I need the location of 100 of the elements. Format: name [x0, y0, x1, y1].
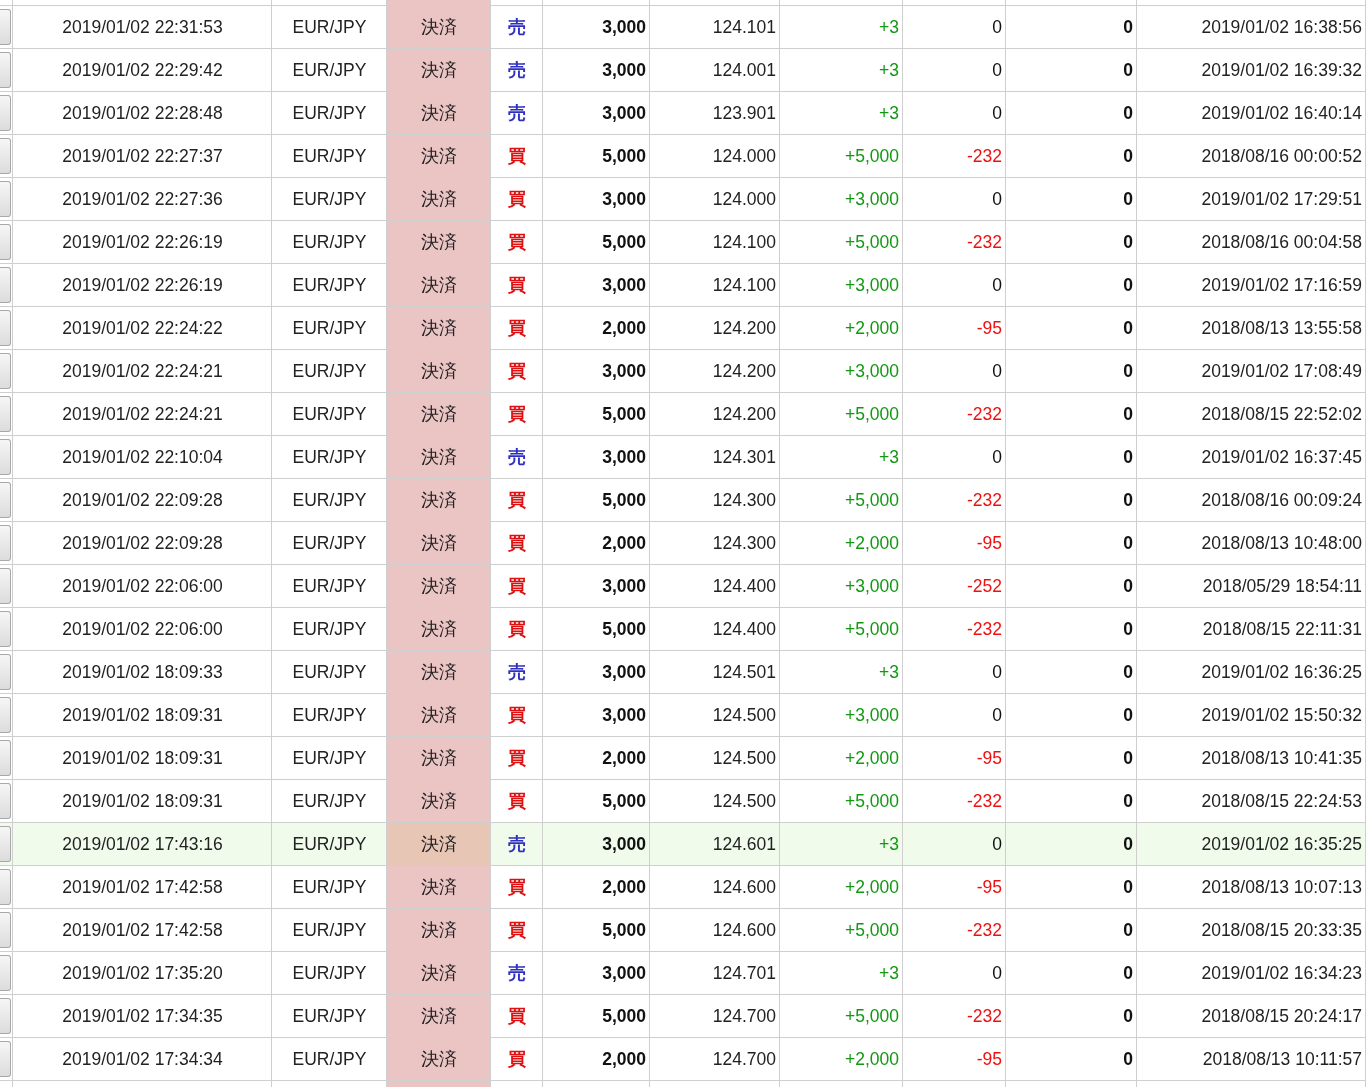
table-row[interactable]: 2019/01/02 22:27:37 EUR/JPY 決済 買 5,000 124.000 +5,000 -232 0 2018/08/16 00:00:52 — [0, 135, 1366, 178]
table-row[interactable]: 2019/01/02 17:42:58 EUR/JPY 決済 買 5,000 124.600 +5,000 -232 0 2018/08/15 20:33:35 — [0, 909, 1366, 952]
table-cell: 0 — [992, 102, 1002, 124]
table-row[interactable]: 2019/01/02 17:34:35 EUR/JPY 決済 買 5,000 124.700 +5,000 -232 0 2018/08/15 20:24:17 — [0, 995, 1366, 1038]
table-cell: EUR/JPY — [292, 446, 367, 468]
table-cell-text: 売 — [508, 102, 526, 125]
table-cell-text: 決済 — [421, 876, 457, 899]
table-cell: 2019/01/02 17:42:58 — [62, 919, 223, 941]
table-cell: -232 — [966, 790, 1002, 812]
table-cell: 2019/01/02 22:26:19 — [62, 274, 223, 296]
table-cell: 2019/01/02 16:36:25 — [1201, 661, 1362, 683]
table-cell: 3,000 — [602, 188, 646, 210]
table-cell: 0 — [1123, 59, 1133, 81]
table-cell-text: 決済 — [421, 16, 457, 39]
table-row[interactable]: 2019/01/02 22:28:48 EUR/JPY 決済 売 3,000 123.901 +3 0 0 2019/01/02 16:40:14 — [0, 92, 1366, 135]
row-button[interactable] — [0, 826, 11, 862]
table-cell: 124.500 — [712, 704, 776, 726]
table-cell: 2019/01/02 17:16:59 — [1201, 274, 1362, 296]
row-button[interactable] — [0, 783, 11, 819]
table-cell-text: 買 — [508, 489, 526, 512]
table-row[interactable]: 2019/01/02 22:06:00 EUR/JPY 決済 買 5,000 124.400 +5,000 -232 0 2018/08/15 22:11:31 — [0, 608, 1366, 651]
table-row[interactable]: 2019/01/02 18:09:31 EUR/JPY 決済 買 2,000 124.500 +2,000 -95 0 2018/08/13 10:41:35 — [0, 737, 1366, 780]
row-button[interactable] — [0, 224, 11, 260]
table-cell: EUR/JPY — [292, 102, 367, 124]
row-button[interactable] — [0, 869, 11, 905]
row-button[interactable] — [0, 181, 11, 217]
table-cell-text: 決済 — [421, 532, 457, 555]
table-cell-text: 決済 — [421, 360, 457, 383]
table-row[interactable]: 2019/01/02 18:09:33 EUR/JPY 決済 売 3,000 124.501 +3 0 0 2019/01/02 16:36:25 — [0, 651, 1366, 694]
table-cell: 124.501 — [712, 661, 776, 683]
table-cell-text: 売 — [508, 446, 526, 469]
table-cell: 124.200 — [712, 403, 776, 425]
row-button[interactable] — [0, 396, 11, 432]
table-cell-text: 買 — [508, 188, 526, 211]
table-row[interactable]: 2019/01/02 17:34:34 EUR/JPY 決済 買 2,000 124.700 +2,000 -95 0 2018/08/13 10:11:57 — [0, 1038, 1366, 1081]
table-row[interactable]: 2019/01/02 22:24:22 EUR/JPY 決済 買 2,000 124.200 +2,000 -95 0 2018/08/13 13:55:58 — [0, 307, 1366, 350]
table-row[interactable]: 2019/01/02 18:09:31 EUR/JPY 決済 買 5,000 124.500 +5,000 -232 0 2018/08/15 22:24:53 — [0, 780, 1366, 823]
row-button[interactable] — [0, 1041, 11, 1077]
table-cell: 2019/01/02 22:09:28 — [62, 532, 223, 554]
table-cell: 5,000 — [602, 618, 646, 640]
row-button[interactable] — [0, 740, 11, 776]
table-row[interactable]: 2019/01/02 22:09:28 EUR/JPY 決済 買 5,000 124.300 +5,000 -232 0 2018/08/16 00:09:24 — [0, 479, 1366, 522]
table-cell: 124.301 — [712, 446, 776, 468]
table-row[interactable]: 2019/01/02 22:06:00 EUR/JPY 決済 買 3,000 124.400 +3,000 -252 0 2018/05/29 18:54:11 — [0, 565, 1366, 608]
table-cell: 0 — [1123, 16, 1133, 38]
table-cell: +3,000 — [845, 575, 899, 597]
table-cell-text: 買 — [508, 145, 526, 168]
table-row[interactable]: 2019/01/02 17:35:20 EUR/JPY 決済 売 3,000 124.701 +3 0 0 2019/01/02 16:34:23 — [0, 952, 1366, 995]
row-button[interactable] — [0, 9, 11, 45]
table-row[interactable]: 2019/01/02 22:27:36 EUR/JPY 決済 買 3,000 124.000 +3,000 0 0 2019/01/02 17:29:51 — [0, 178, 1366, 221]
table-cell: 0 — [1123, 704, 1133, 726]
table-cell: 2019/01/02 22:24:21 — [62, 403, 223, 425]
table-cell: -95 — [976, 747, 1002, 769]
row-button[interactable] — [0, 955, 11, 991]
row-button[interactable] — [0, 439, 11, 475]
table-cell: 124.601 — [712, 833, 776, 855]
row-button[interactable] — [0, 95, 11, 131]
row-button[interactable] — [0, 525, 11, 561]
row-button[interactable] — [0, 654, 11, 690]
table-row[interactable]: 2019/01/02 22:29:42 EUR/JPY 決済 売 3,000 124.001 +3 0 0 2019/01/02 16:39:32 — [0, 49, 1366, 92]
table-row[interactable]: 2019/01/02 22:24:21 EUR/JPY 決済 買 3,000 124.200 +3,000 0 0 2019/01/02 17:08:49 — [0, 350, 1366, 393]
table-cell: 0 — [992, 16, 1002, 38]
row-button[interactable] — [0, 568, 11, 604]
row-button[interactable] — [0, 482, 11, 518]
table-cell: 2018/08/13 10:41:35 — [1201, 747, 1362, 769]
table-row[interactable]: 2019/01/02 18:09:31 EUR/JPY 決済 買 3,000 124.500 +3,000 0 0 2019/01/02 15:50:32 — [0, 694, 1366, 737]
row-button[interactable] — [0, 611, 11, 647]
table-cell-text: 決済 — [421, 1048, 457, 1071]
table-cell-text: 売 — [508, 661, 526, 684]
row-button[interactable] — [0, 998, 11, 1034]
table-cell-text: 決済 — [421, 790, 457, 813]
table-row[interactable]: 2019/01/02 22:31:53 EUR/JPY 決済 売 3,000 124.101 +3 0 0 2019/01/02 16:38:56 — [0, 6, 1366, 49]
table-cell: 3,000 — [602, 360, 646, 382]
table-cell-text: 決済 — [421, 446, 457, 469]
table-cell: 2019/01/02 15:50:32 — [1201, 704, 1362, 726]
table-row[interactable]: 2019/01/02 17:42:58 EUR/JPY 決済 買 2,000 124.600 +2,000 -95 0 2018/08/13 10:07:13 — [0, 866, 1366, 909]
table-cell: 0 — [1123, 661, 1133, 683]
table-row[interactable]: 2019/01/02 22:10:04 EUR/JPY 決済 売 3,000 124.301 +3 0 0 2019/01/02 16:37:45 — [0, 436, 1366, 479]
table-row[interactable]: 2019/01/02 22:24:21 EUR/JPY 決済 買 5,000 124.200 +5,000 -232 0 2018/08/15 22:52:02 — [0, 393, 1366, 436]
table-cell: -232 — [966, 919, 1002, 941]
table-cell: 2019/01/02 22:09:28 — [62, 489, 223, 511]
row-button[interactable] — [0, 138, 11, 174]
row-button[interactable] — [0, 310, 11, 346]
table-row[interactable]: 2019/01/02 22:09:28 EUR/JPY 決済 買 2,000 124.300 +2,000 -95 0 2018/08/13 10:48:00 — [0, 522, 1366, 565]
row-button[interactable] — [0, 267, 11, 303]
row-button[interactable] — [0, 697, 11, 733]
table-cell: 0 — [1123, 145, 1133, 167]
row-button[interactable] — [0, 912, 11, 948]
table-cell: 0 — [1123, 188, 1133, 210]
table-cell: EUR/JPY — [292, 575, 367, 597]
row-button[interactable] — [0, 52, 11, 88]
table-cell: 0 — [992, 360, 1002, 382]
table-cell-text: 買 — [508, 876, 526, 899]
table-row[interactable]: 2019/01/02 22:26:19 EUR/JPY 決済 買 3,000 124.100 +3,000 0 0 2019/01/02 17:16:59 — [0, 264, 1366, 307]
table-cell-text: 買 — [508, 747, 526, 770]
row-button[interactable] — [0, 353, 11, 389]
table-cell: 2019/01/02 17:43:16 — [62, 833, 223, 855]
table-row[interactable]: 2019/01/02 17:43:16 EUR/JPY 決済 売 3,000 124.601 +3 0 0 2019/01/02 16:35:25 — [0, 823, 1366, 866]
table-row[interactable]: 2019/01/02 22:26:19 EUR/JPY 決済 買 5,000 124.100 +5,000 -232 0 2018/08/16 00:04:58 — [0, 221, 1366, 264]
table-cell: 2019/01/02 16:40:14 — [1201, 102, 1362, 124]
